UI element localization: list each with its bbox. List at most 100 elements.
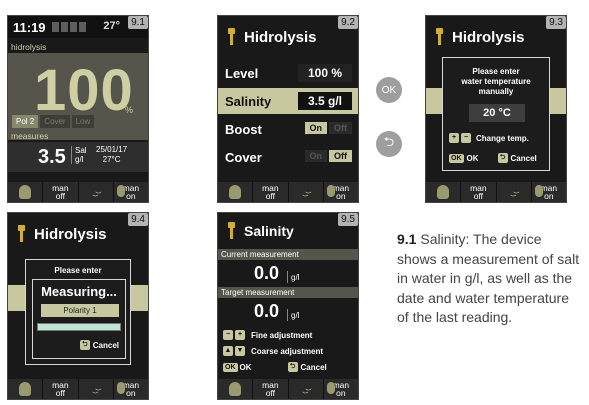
boost-on[interactable]: On — [304, 122, 327, 134]
pump-icon — [19, 185, 32, 199]
wifi-cell[interactable]: ◟◟ — [79, 379, 114, 399]
electrolysis-icon — [436, 28, 443, 46]
man-on-line2: on — [336, 388, 346, 398]
boost-toggle[interactable]: On Off — [304, 122, 352, 134]
screen-title: Salinity — [244, 223, 294, 239]
measuring-cancel[interactable]: ⮌ Cancel — [79, 340, 119, 350]
back-icon: ⮌ — [287, 362, 298, 372]
probe-icon — [116, 185, 125, 197]
wifi-cell[interactable]: ◟◟ — [289, 182, 324, 202]
row-cover[interactable]: Cover On Off — [218, 144, 358, 170]
minus-icon: − — [223, 330, 233, 340]
reading-date: 25/01/17 — [96, 145, 128, 154]
electrolysis-icon — [228, 28, 235, 46]
progress-fill — [38, 324, 120, 330]
screen-9-5: 9.5 Salinity Current measurement 0.0 g/l… — [217, 212, 359, 400]
back-icon: ⮌ — [79, 340, 90, 350]
title-bar: Hidrolysis — [218, 16, 358, 58]
dialog-line2: water temperature — [461, 77, 531, 86]
man-off-line2: off — [265, 388, 276, 398]
screen-tag: 9.4 — [128, 213, 148, 226]
dialog-ok-label[interactable]: OK — [467, 154, 479, 163]
probe-icon — [326, 185, 335, 197]
target-value[interactable]: 0.0 — [254, 301, 279, 322]
signal-bars-icon — [51, 22, 86, 32]
screen-tag: 9.3 — [546, 16, 566, 29]
wifi-cell[interactable]: ◟◟ — [79, 182, 114, 202]
cover-toggle[interactable]: On Off — [304, 150, 352, 162]
cover-off[interactable]: Off — [329, 150, 352, 162]
please-enter-label: Please enter — [54, 266, 102, 275]
screen-9-1: 9.1 11:19 27° hidrolysis 100 % Pol 2 Cov… — [7, 15, 149, 203]
row-salinity[interactable]: Salinity 3.5 g/l — [218, 88, 358, 114]
man-on-button[interactable]: man on — [324, 182, 358, 202]
row-level-value: 100 % — [298, 64, 352, 82]
salinity-cancel[interactable]: ⮌ Cancel — [287, 362, 327, 372]
tab-cover[interactable]: Cover — [40, 115, 70, 128]
coarse-adjustment-label: Coarse adjustment — [251, 346, 324, 356]
dialog-actions: OK OK ⮌ Cancel — [449, 153, 545, 163]
ok-key-icon: OK — [223, 362, 238, 372]
tab-low[interactable]: Low — [71, 115, 95, 128]
man-on-button[interactable]: man on — [324, 379, 358, 399]
salinity-ok-label[interactable]: OK — [240, 363, 252, 372]
pump-icon-cell[interactable] — [426, 182, 462, 202]
temperature-value[interactable]: 20 °C — [469, 104, 525, 122]
down-arrow-icon: ▼ — [235, 346, 245, 356]
current-measurement-label: Current measurement — [218, 249, 358, 260]
pump-icon-cell[interactable] — [8, 182, 44, 202]
back-icon: ⮌ — [497, 153, 508, 163]
wifi-icon: ◟◟ — [506, 184, 521, 200]
wifi-icon: ◟◟ — [88, 184, 103, 200]
wifi-icon: ◟◟ — [88, 381, 103, 397]
boost-off[interactable]: Off — [329, 122, 352, 134]
pump-icon-cell[interactable] — [218, 379, 254, 399]
temperature-dialog: Please enter water temperature manually … — [442, 57, 550, 171]
dialog-cancel[interactable]: ⮌ Cancel — [497, 153, 537, 163]
minus-icon: − — [461, 133, 471, 143]
man-off-button[interactable]: man off — [253, 379, 289, 399]
pump-icon — [229, 382, 242, 396]
row-level[interactable]: Level 100 % — [218, 60, 358, 86]
man-off-line2: off — [55, 191, 66, 201]
ok-button[interactable]: OK — [376, 77, 402, 103]
description-body: Salinity: The device shows a measurement… — [397, 231, 580, 325]
production-unit: % — [125, 105, 134, 115]
screen-tag: 9.2 — [338, 16, 358, 29]
cover-on[interactable]: On — [304, 150, 327, 162]
row-salinity-value: 3.5 g/l — [298, 92, 352, 110]
probe-icon — [534, 185, 543, 197]
pump-icon-cell[interactable] — [8, 379, 44, 399]
bottom-bar: man off ◟◟ man on — [8, 182, 148, 202]
dialog-message: Please enter water temperature manually — [443, 67, 549, 97]
measuring-panel: Measuring... Polarity 1 ⮌ Cancel — [32, 279, 126, 359]
screen-9-2: 9.2 Hidrolysis Level 100 % Salinity 3.5 … — [217, 15, 359, 203]
bottom-bar: man off ◟◟ man on — [426, 182, 566, 202]
man-on-button[interactable]: man on — [114, 379, 148, 399]
man-off-button[interactable]: man off — [253, 182, 289, 202]
row-boost[interactable]: Boost On Off — [218, 116, 358, 142]
title-bar: Salinity — [218, 213, 358, 249]
salinity-icon — [228, 222, 235, 240]
screen-title: Hidrolysis — [34, 225, 107, 243]
title-bar: Hidrolysis — [8, 213, 148, 255]
man-on-button[interactable]: man on — [532, 182, 566, 202]
man-on-button[interactable]: man on — [114, 182, 148, 202]
back-button[interactable]: ⮌ — [376, 131, 402, 157]
tab-pol2[interactable]: Pol 2 — [12, 115, 39, 128]
salinity-unit-line1: Sal — [75, 146, 87, 155]
wifi-cell[interactable]: ◟◟ — [497, 182, 532, 202]
fine-adjustment-label: Fine adjustment — [251, 330, 313, 340]
man-off-button[interactable]: man off — [43, 379, 79, 399]
header-temperature: 27° — [103, 20, 120, 32]
man-off-button[interactable]: man off — [43, 182, 79, 202]
wifi-icon: ◟◟ — [298, 184, 313, 200]
probe-icon — [326, 382, 335, 394]
ok-key-icon: OK — [449, 153, 464, 163]
pump-icon — [229, 185, 242, 199]
salinity-unit-line2: g/l — [75, 155, 84, 164]
wifi-cell[interactable]: ◟◟ — [289, 379, 324, 399]
pump-icon-cell[interactable] — [218, 182, 254, 202]
man-off-button[interactable]: man off — [461, 182, 497, 202]
man-off-line2: off — [473, 191, 484, 201]
